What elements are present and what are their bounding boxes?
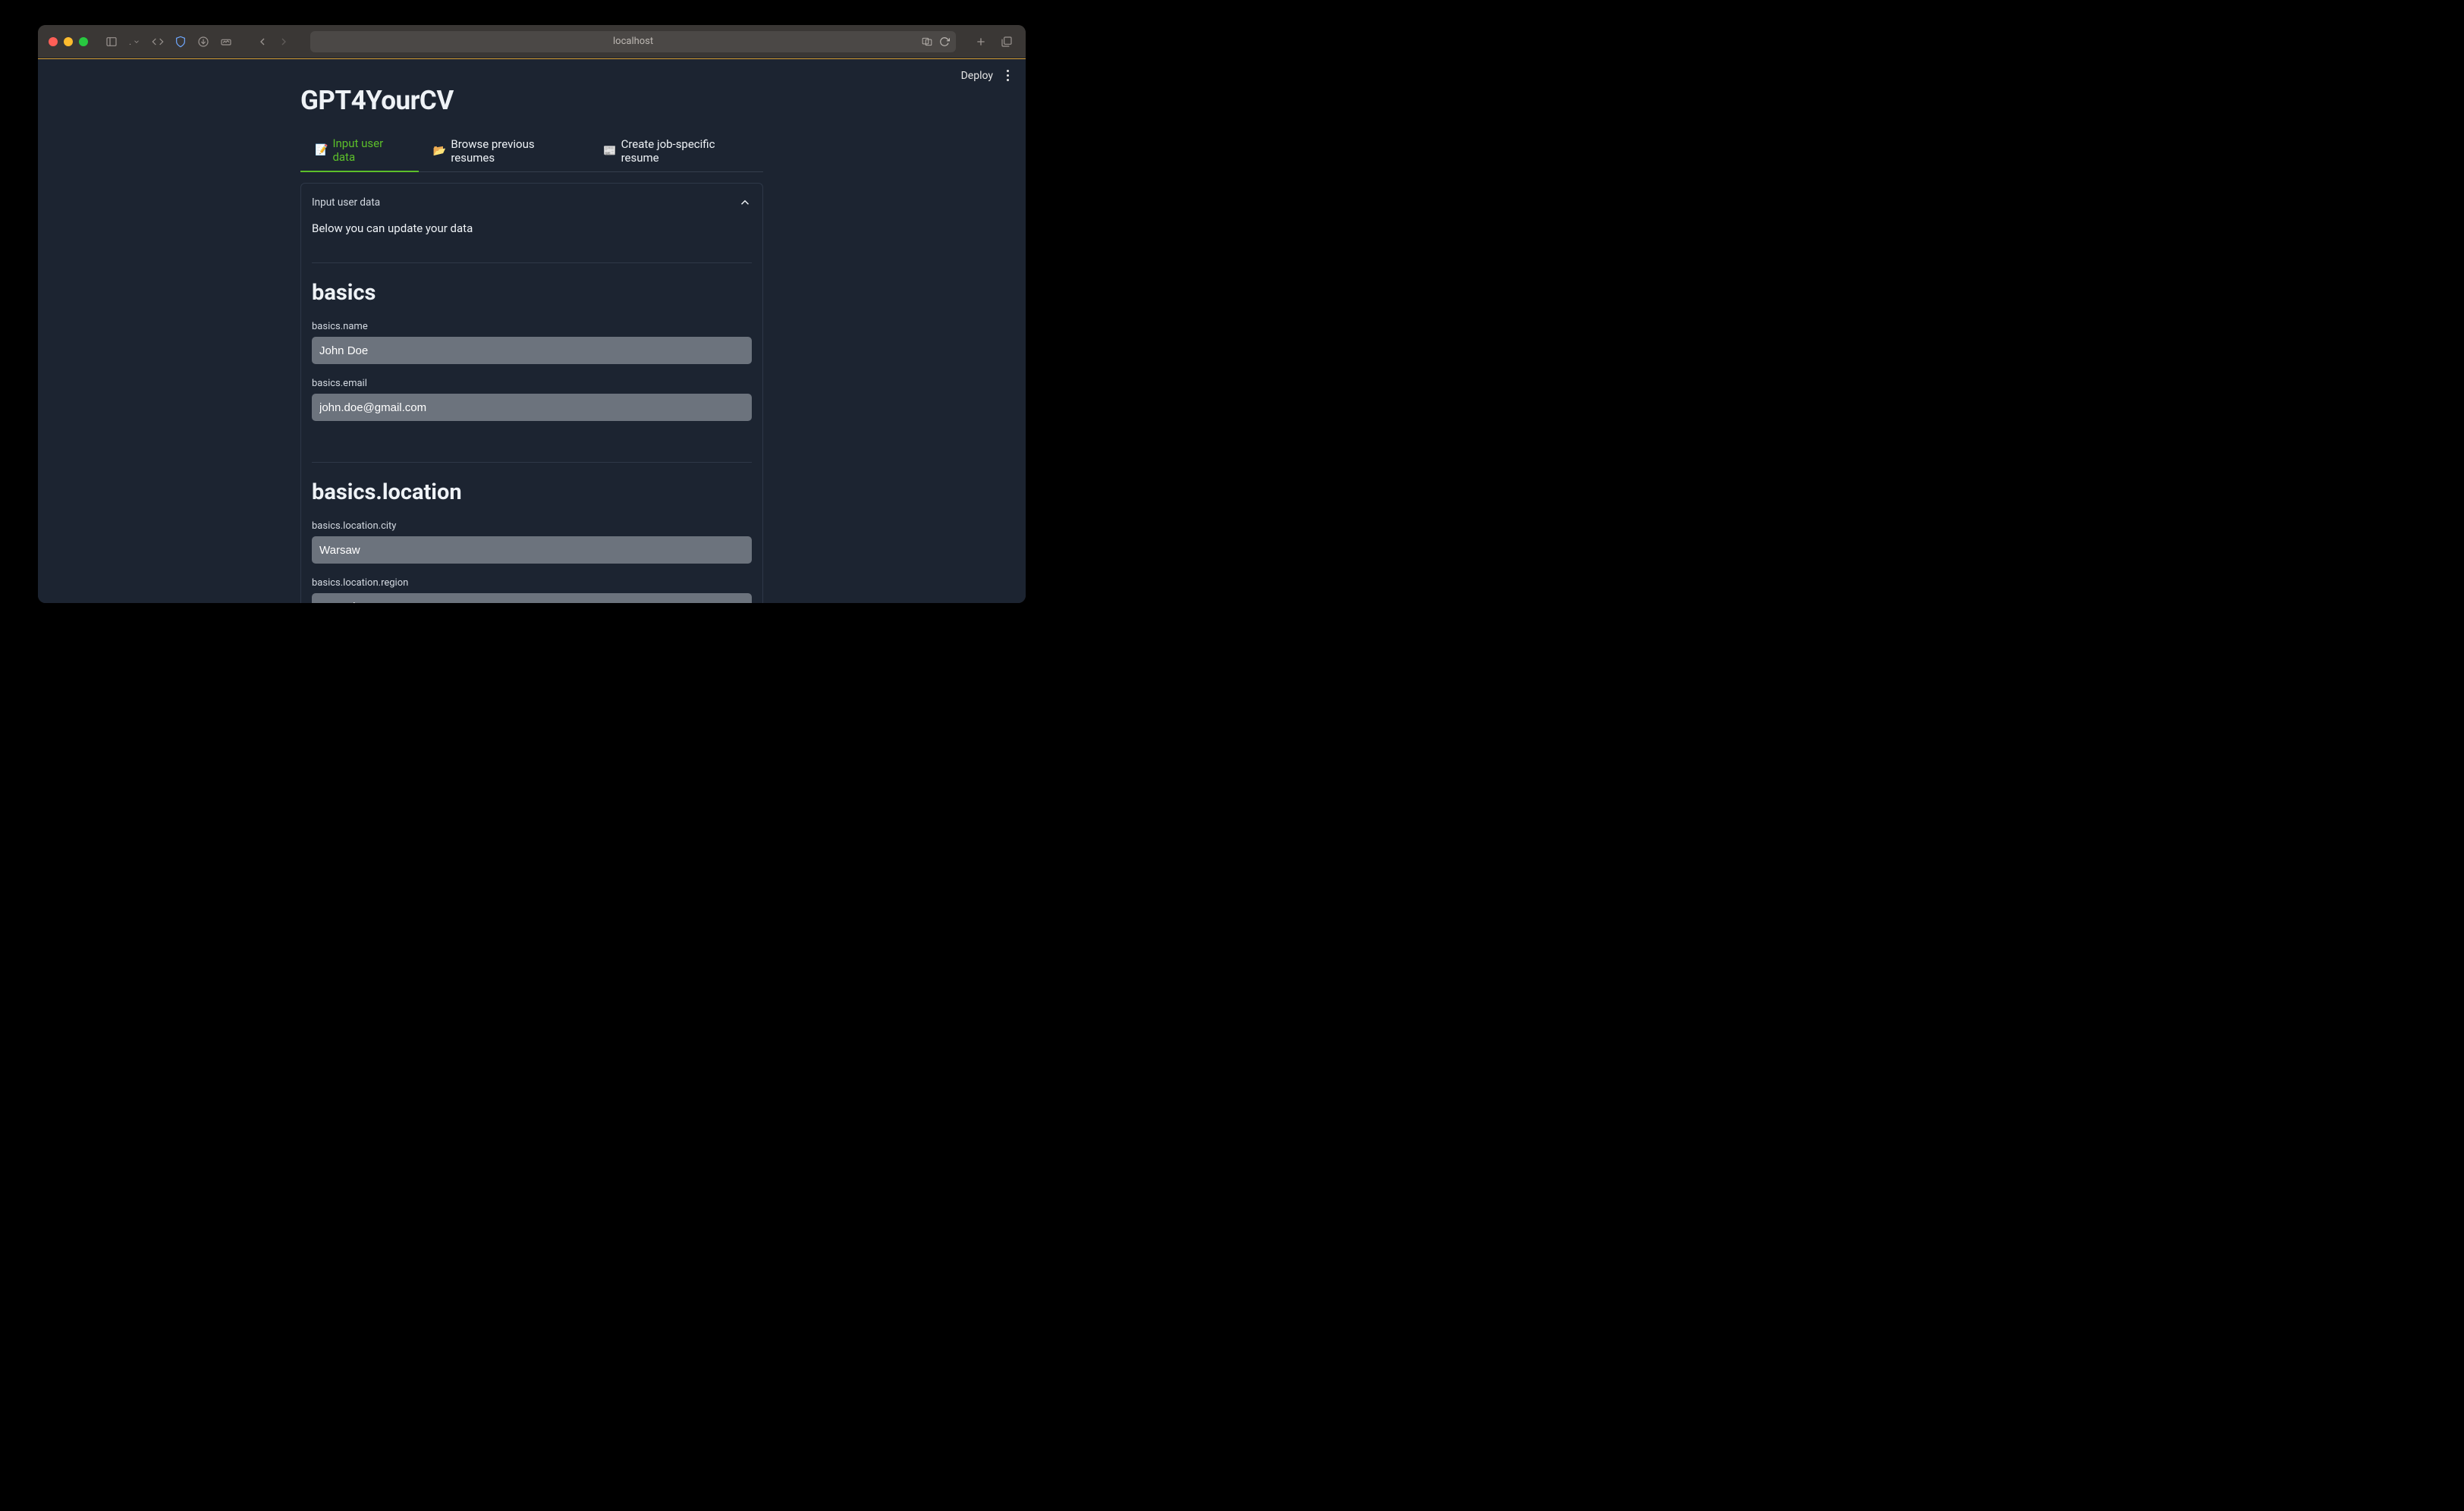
tab-label: Browse previous resumes [451, 137, 574, 165]
window-controls [49, 37, 88, 46]
code-icon[interactable] [149, 33, 166, 50]
maximize-window-button[interactable] [79, 37, 88, 46]
new-tab-button[interactable] [973, 33, 989, 50]
pencil-emoji-icon: 📝 [315, 144, 328, 156]
input-basics-name[interactable] [312, 337, 752, 364]
divider [312, 262, 752, 263]
panel-header-title: Input user data [312, 196, 380, 209]
sidebar-toggle-icon[interactable] [103, 33, 120, 50]
menu-kebab-icon[interactable] [1004, 67, 1012, 84]
tab-input-user-data[interactable]: 📝 Input user data [300, 130, 419, 172]
deploy-button[interactable]: Deploy [961, 70, 993, 82]
browser-titlebar: . localhost [38, 25, 1026, 58]
section-heading-basics: basics [312, 280, 752, 306]
input-location-city[interactable] [312, 536, 752, 564]
app-viewport[interactable]: Deploy GPT4YourCV 📝 Input user data 📂 Br… [38, 59, 1026, 603]
tool-icon[interactable] [218, 33, 234, 50]
tab-group-dropdown[interactable]: . [129, 36, 140, 47]
chevron-up-icon[interactable] [738, 196, 752, 209]
input-basics-email[interactable] [312, 394, 752, 421]
tabs-overview-icon[interactable] [998, 33, 1015, 50]
folder-emoji-icon: 📂 [433, 145, 446, 157]
label-basics-name: basics.name [312, 321, 752, 332]
close-window-button[interactable] [49, 37, 58, 46]
downloads-icon[interactable] [195, 33, 212, 50]
label-basics-email: basics.email [312, 378, 752, 389]
forward-button[interactable] [275, 33, 292, 50]
panel-subtext: Below you can update your data [312, 221, 752, 235]
tab-browse-resumes[interactable]: 📂 Browse previous resumes [419, 130, 589, 171]
newspaper-emoji-icon: 📰 [603, 145, 616, 157]
back-button[interactable] [254, 33, 271, 50]
translate-icon[interactable] [921, 36, 933, 47]
page-title: GPT4YourCV [300, 85, 763, 116]
section-heading-location: basics.location [312, 479, 752, 505]
address-bar[interactable]: localhost [310, 31, 956, 52]
divider [312, 462, 752, 463]
data-panel: Input user data Below you can update you… [300, 183, 763, 603]
browser-window: . localhost [38, 25, 1026, 603]
tab-bar: 📝 Input user data 📂 Browse previous resu… [300, 130, 763, 172]
label-location-city: basics.location.city [312, 520, 752, 532]
tab-create-resume[interactable]: 📰 Create job-specific resume [589, 130, 763, 171]
shield-icon[interactable] [172, 33, 189, 50]
reload-icon[interactable] [939, 36, 950, 47]
panel-header[interactable]: Input user data [312, 196, 752, 209]
minimize-window-button[interactable] [64, 37, 73, 46]
tab-label: Input user data [332, 137, 404, 164]
tab-label: Create job-specific resume [621, 137, 749, 165]
label-location-region: basics.location.region [312, 577, 752, 589]
input-location-region[interactable] [312, 593, 752, 603]
address-text: localhost [613, 36, 653, 47]
